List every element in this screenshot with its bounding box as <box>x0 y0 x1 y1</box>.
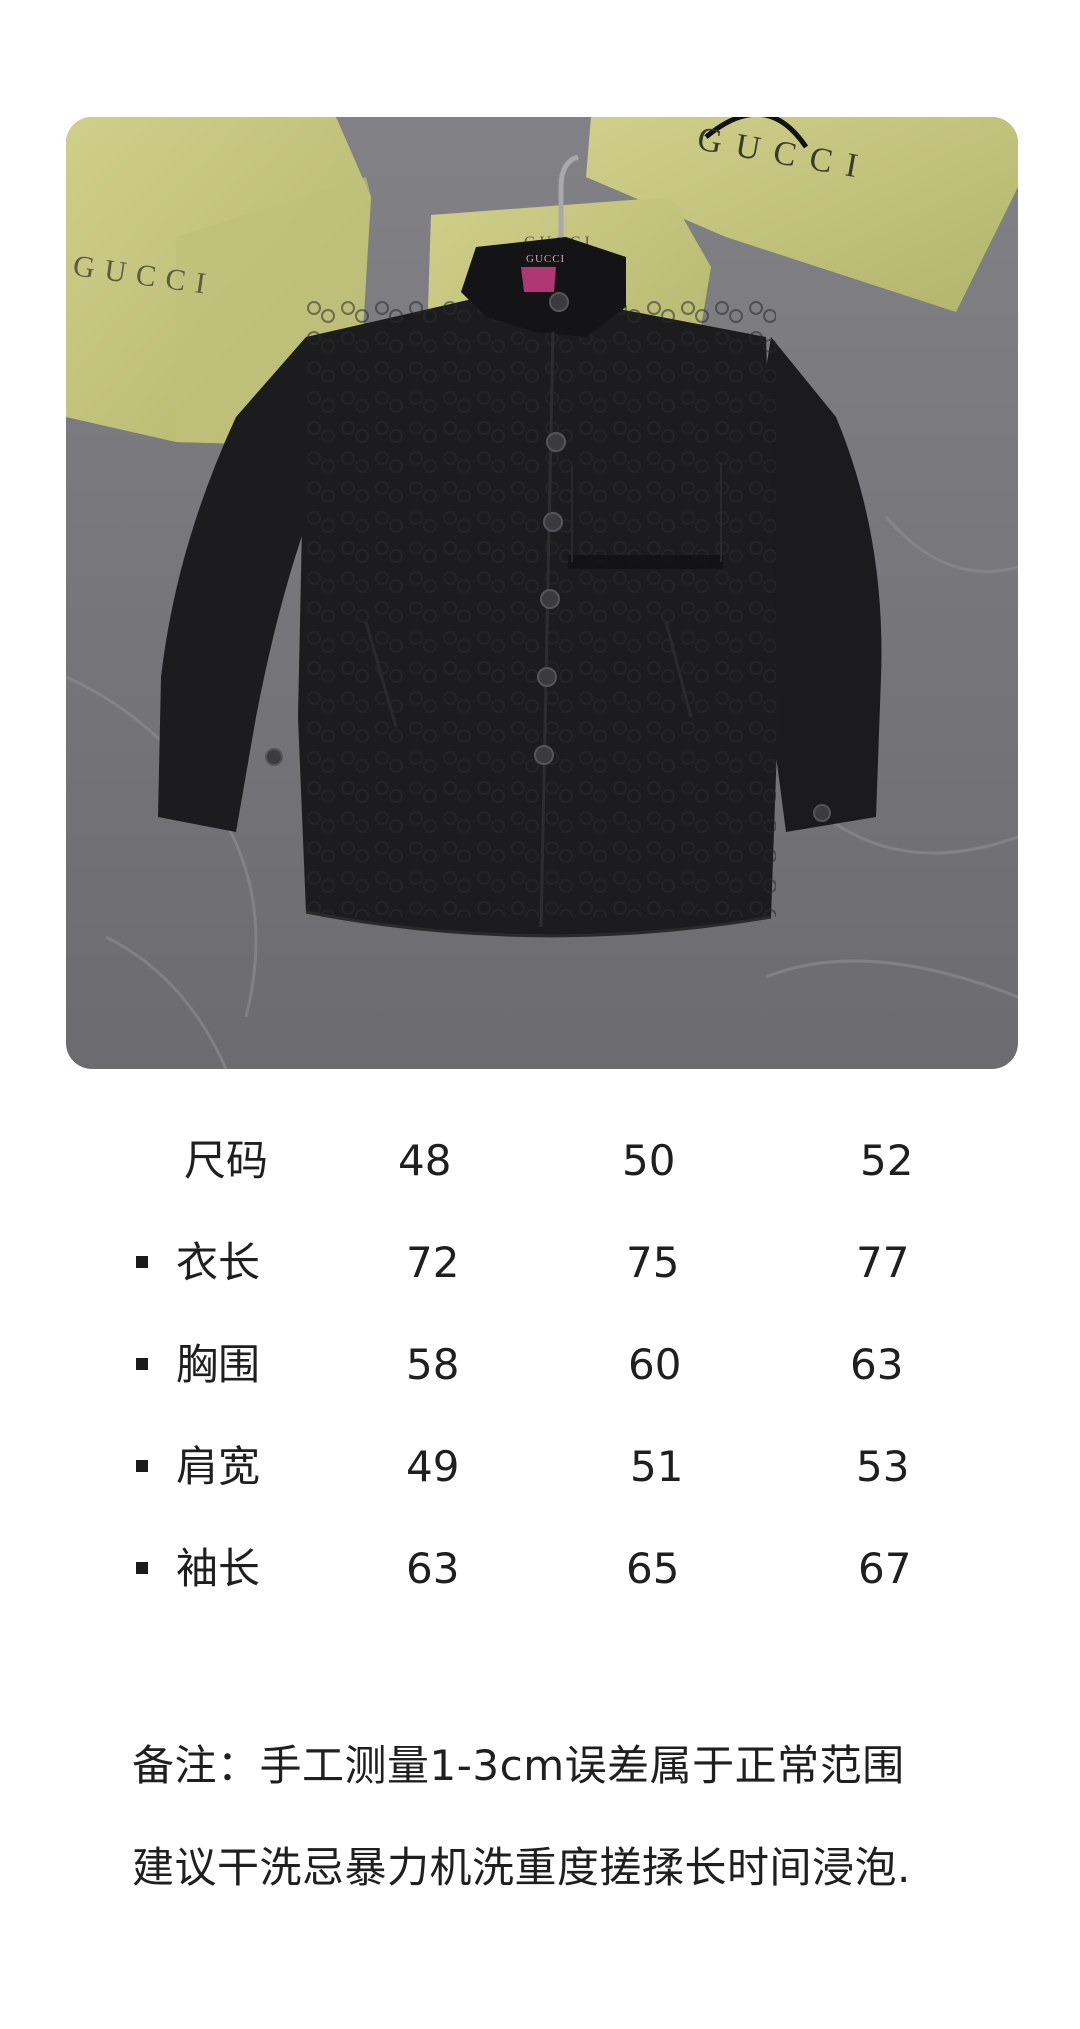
product-photo: GUCCI GUCCI GUCCI GUCCI <box>66 117 1018 1069</box>
size-header-value: 48 <box>398 1136 452 1185</box>
size-row-value: 51 <box>630 1442 684 1491</box>
bullet-marker <box>136 1358 148 1370</box>
size-header-label: 尺码 <box>184 1136 269 1185</box>
product-photo-svg: GUCCI GUCCI GUCCI GUCCI <box>66 117 1018 1069</box>
note-measurement: 备注：手工测量1-3cm误差属于正常范围 <box>132 1741 905 1790</box>
size-header-value: 52 <box>860 1136 914 1185</box>
size-row-value: 75 <box>626 1238 680 1287</box>
size-row-label: 肩宽 <box>176 1442 261 1491</box>
size-row-value: 63 <box>406 1544 460 1593</box>
bullet-marker <box>136 1460 148 1472</box>
size-row-label: 袖长 <box>176 1544 261 1593</box>
size-row-value: 60 <box>628 1340 682 1389</box>
brand-mark-collar: GUCCI <box>526 253 565 265</box>
note-care: 建议干洗忌暴力机洗重度搓揉长时间浸泡. <box>132 1843 911 1892</box>
size-row-value: 58 <box>406 1340 460 1389</box>
size-row-value: 63 <box>850 1340 904 1389</box>
size-row-value: 77 <box>856 1238 910 1287</box>
bullet-marker <box>136 1562 148 1574</box>
size-row-value: 49 <box>406 1442 460 1491</box>
size-row-value: 67 <box>858 1544 912 1593</box>
size-header-value: 50 <box>622 1136 676 1185</box>
size-row-value: 53 <box>856 1442 910 1491</box>
size-row-value: 65 <box>626 1544 680 1593</box>
size-row-value: 72 <box>406 1238 460 1287</box>
size-row-label: 衣长 <box>176 1238 261 1287</box>
size-row-label: 胸围 <box>176 1340 261 1389</box>
bullet-marker <box>136 1256 148 1268</box>
